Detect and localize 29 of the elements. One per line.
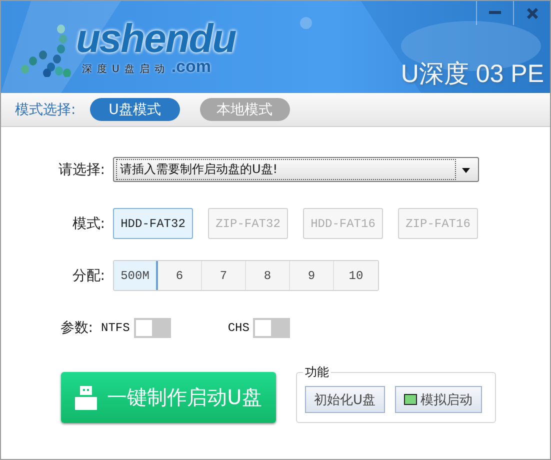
- logo-tagline: 深度U盘启动: [82, 62, 170, 76]
- mode-label: 模式选择:: [15, 100, 76, 118]
- dropdown-arrow-icon: [459, 166, 473, 174]
- function-button[interactable]: 模拟启动: [394, 386, 482, 413]
- size-option[interactable]: 6: [158, 261, 202, 290]
- toggle-switch[interactable]: [253, 318, 290, 338]
- size-option[interactable]: 500M: [114, 261, 158, 290]
- size-option[interactable]: 10: [334, 261, 378, 290]
- function-button[interactable]: 初始化U盘: [305, 386, 385, 413]
- size-option[interactable]: 8: [246, 261, 290, 290]
- switch-label: CHS: [228, 321, 250, 335]
- allocation-label: 分配:: [71, 266, 106, 284]
- logo-wordmark: ushendu: [76, 19, 236, 59]
- monitor-icon: [404, 394, 417, 405]
- params-label: 参数:: [59, 319, 94, 337]
- close-icon: [526, 8, 538, 18]
- size-option[interactable]: 7: [202, 261, 246, 290]
- window-title: U深度 03 PE: [400, 59, 544, 90]
- usb-drive-icon: [75, 386, 98, 410]
- toggle-switch[interactable]: [134, 318, 171, 338]
- mode-format-label: 模式:: [71, 214, 106, 232]
- mode-tab[interactable]: U盘模式: [90, 98, 180, 121]
- device-dropdown[interactable]: 请插入需要制作启动盘的U盘!: [113, 157, 479, 182]
- size-option[interactable]: 9: [290, 261, 334, 290]
- format-option[interactable]: HDD-FAT32: [113, 208, 193, 239]
- switch-label: NTFS: [101, 321, 130, 335]
- device-label: 请选择:: [57, 160, 106, 178]
- minimize-icon: [489, 11, 501, 15]
- logo-domain: .com: [171, 57, 212, 77]
